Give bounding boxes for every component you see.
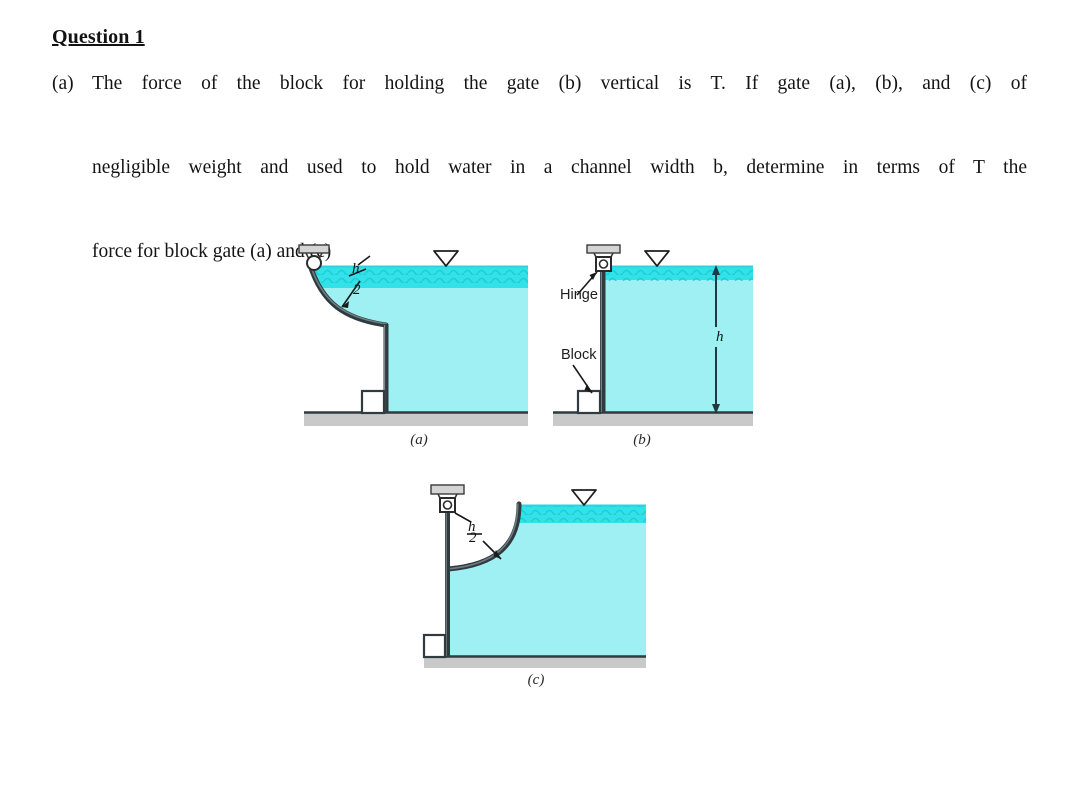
page-title: Question 1 <box>52 26 145 48</box>
question-body: The force of the block for holding the g… <box>92 63 1032 273</box>
question-line-2: negligible weight and used to hold water… <box>92 157 1027 178</box>
figure-caption-c: (c) <box>527 672 545 688</box>
gate-post-c <box>445 499 450 657</box>
curved-gate-c <box>445 501 522 572</box>
hinge-pin-c <box>442 500 453 510</box>
dimension-leader-arrowhead-a <box>342 301 349 308</box>
dimension-denominator-c: 2 <box>469 530 477 546</box>
question-line-3: force for block gate (a) and (c) <box>92 241 332 262</box>
dimension-numerator-c: h <box>468 519 476 535</box>
question-block: Question 1 (a) The force of the block fo… <box>52 26 1032 273</box>
block-c <box>422 633 447 659</box>
water-body-a <box>310 266 528 413</box>
depth-label-b: h <box>716 329 724 345</box>
hinge-leader-c <box>454 512 472 523</box>
block-leader-b <box>572 364 593 394</box>
hinge-housing-c <box>439 497 456 513</box>
hinge-leader-arrowhead-b <box>589 272 597 280</box>
depth-label-backdrop-b <box>708 327 725 347</box>
dimension-leader-c <box>482 540 502 560</box>
hinge-bracket-plate-c <box>430 484 465 495</box>
figure-c-curved-gate <box>422 484 646 668</box>
curved-gate-a <box>307 262 389 328</box>
block-a <box>360 389 386 415</box>
hinge-leader-b <box>576 271 598 296</box>
water-surface-band-c <box>519 505 646 523</box>
block-b <box>576 389 602 415</box>
dimension-leader-arrowhead-c <box>493 550 501 559</box>
gate-wall-b <box>600 261 606 413</box>
hinge-label-b: Hinge <box>560 287 598 303</box>
block-leader-arrowhead-b <box>584 384 592 393</box>
gate-wall-a <box>383 324 389 413</box>
ground-slab-a <box>304 413 528 426</box>
figure-caption-b: (b) <box>633 432 651 448</box>
question-paragraph: (a) The force of the block for holding t… <box>52 63 1032 273</box>
dimension-denominator-a: 2 <box>353 282 361 298</box>
dimension-leader-a <box>341 280 361 308</box>
question-marker: (a) <box>52 73 74 94</box>
water-body-c <box>448 505 646 657</box>
ground-slab-c <box>424 657 646 668</box>
water-level-triangle-c <box>571 489 597 506</box>
hinge-bracket-arms-c <box>437 493 458 501</box>
depth-arrowhead-bottom-b <box>712 404 720 414</box>
figure-caption-a: (a) <box>410 432 428 448</box>
question-line-1: The force of the block for holding the g… <box>92 73 1027 94</box>
water-body-b <box>604 266 753 413</box>
block-label-b: Block <box>561 347 597 363</box>
curved-gate-highlight-c <box>445 503 519 570</box>
water-wave-texture-c <box>520 506 646 522</box>
ground-slab-b <box>553 413 753 426</box>
